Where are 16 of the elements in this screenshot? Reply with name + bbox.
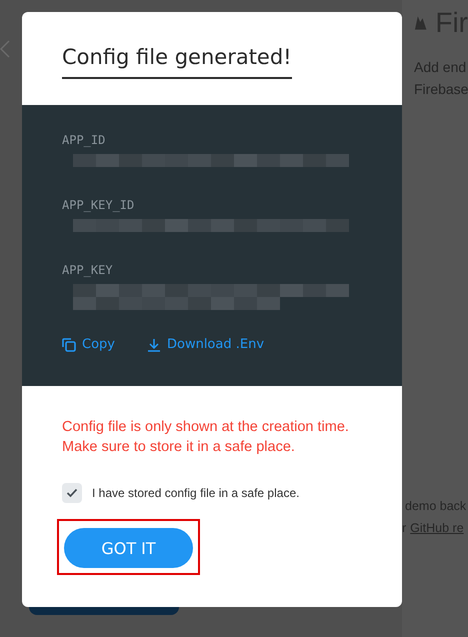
download-link[interactable]: Download .Env [146,337,264,352]
check-icon [66,488,78,498]
warning-text: Config file is only shown at the creation time. [62,418,350,437]
copy-icon [62,338,76,352]
checkbox-label: I have stored config file in a safe place. [92,486,300,500]
config-key: APP_ID [62,132,402,148]
download-icon [146,338,161,352]
copy-link[interactable]: Copy [62,337,115,352]
checkbox[interactable] [62,483,82,503]
config-key: APP_KEY_ID [62,197,402,213]
chevron-left-icon[interactable] [0,40,10,58]
background-button[interactable] [29,607,179,615]
got-it-button[interactable]: GOT IT [64,528,193,568]
dialog-title: Config file generated! [62,45,292,79]
config-key: APP_KEY [62,262,402,278]
warning-text: Make sure to store it in a safe place. [62,438,296,457]
